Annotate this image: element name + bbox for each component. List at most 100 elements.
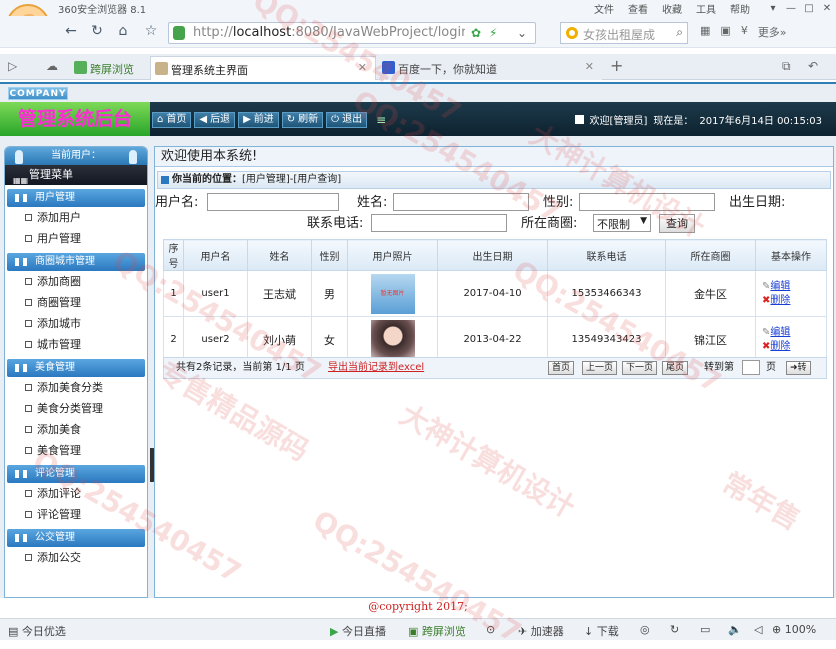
minimize-icon[interactable]: — — [782, 3, 800, 14]
user-photo[interactable] — [370, 319, 415, 360]
logout-button[interactable]: ⏻ 退出 — [326, 112, 368, 128]
cell-gender: 男 — [311, 270, 348, 317]
address-url[interactable]: http://localhost:8080/JavaWebProject/log… — [193, 25, 465, 40]
forward-arrow-icon: ▶ — [243, 114, 251, 125]
dropdown-icon[interactable]: ⌄ — [517, 26, 527, 40]
tab-baidu[interactable]: 百度一下，你就知道 ✕ — [378, 56, 602, 80]
search-icon[interactable]: ⌕ — [676, 25, 683, 40]
group-icon — [15, 470, 27, 478]
first-page-button[interactable]: 首页 — [548, 361, 575, 375]
search-input[interactable]: 女孩出租屋成 ⌕ — [560, 22, 688, 44]
sound-icon[interactable]: 🔈 — [728, 623, 742, 636]
back-button[interactable]: ◀ 后退 — [194, 112, 236, 128]
home-icon[interactable]: ⌂ — [114, 23, 132, 39]
undo-icon[interactable]: ↶ — [808, 59, 818, 73]
split-view-status[interactable]: ▣ 跨屏浏览 — [408, 623, 466, 639]
group-header-user[interactable]: 用户管理 — [7, 189, 145, 207]
sidebar-item-city-manage[interactable]: 城市管理 — [5, 334, 147, 355]
menu-favorites[interactable]: 收藏 — [662, 1, 682, 16]
district-select[interactable]: 不限制 ▼ — [593, 214, 651, 232]
new-tab-icon[interactable]: + — [610, 56, 623, 75]
menu-lines-icon[interactable]: ≡ — [376, 112, 386, 128]
browser-icon[interactable]: ◎ — [640, 623, 650, 636]
user-photo-placeholder[interactable]: 暂无图片 — [370, 273, 415, 314]
camera-icon[interactable]: ⊙ — [486, 623, 495, 636]
mute-icon[interactable]: ◁ — [754, 623, 762, 636]
page-number-input[interactable] — [742, 360, 760, 375]
zoom-level[interactable]: ⊕ 100% — [772, 623, 816, 636]
maximize-icon[interactable]: □ — [800, 3, 818, 14]
group-header-district[interactable]: 商圈城市管理 — [7, 253, 145, 271]
sidebar-item-add-bus[interactable]: 添加公交 — [5, 547, 147, 568]
window-icon[interactable]: ▭ — [700, 623, 710, 636]
forward-button[interactable]: ▶ 前进 — [238, 112, 279, 128]
delete-link[interactable]: 删除 — [770, 341, 790, 352]
refresh-icon[interactable]: ↻ — [670, 623, 679, 636]
phone-input[interactable] — [371, 214, 507, 232]
tab-split-view[interactable]: 跨屏浏览 — [70, 56, 142, 80]
today-live[interactable]: ▶ 今日直播 — [330, 623, 386, 639]
address-bar[interactable]: http://localhost:8080/JavaWebProject/log… — [168, 22, 536, 44]
menu-help[interactable]: 帮助 — [730, 1, 750, 16]
next-page-button[interactable]: 下一页 — [622, 361, 658, 375]
username-input[interactable] — [207, 193, 339, 211]
gender-label: 性别: — [543, 195, 574, 210]
sidebar-item-add-food[interactable]: 添加美食 — [5, 419, 147, 440]
grid-icon[interactable]: ▦ — [700, 24, 710, 40]
birthday-label: 出生日期: — [729, 195, 786, 210]
tab-close-icon[interactable]: ✕ — [358, 61, 367, 74]
group-header-comment[interactable]: 评论管理 — [7, 465, 145, 483]
menu-view[interactable]: 查看 — [628, 1, 648, 16]
gender-input[interactable] — [579, 193, 715, 211]
home-button[interactable]: ⌂ 首页 — [152, 112, 192, 128]
col-username: 用户名 — [183, 239, 248, 271]
today-picks[interactable]: ▤ 今日优选 — [8, 623, 66, 639]
edit-link[interactable]: 编辑 — [770, 281, 790, 292]
group-header-food[interactable]: 美食管理 — [7, 359, 145, 377]
back-icon[interactable]: ← — [62, 23, 80, 39]
sidebar-item-add-user[interactable]: 添加用户 — [5, 207, 147, 228]
group-comment: 评论管理 添加评论 评论管理 — [5, 465, 147, 525]
export-excel-link[interactable]: 导出当前记录到excel — [328, 358, 424, 378]
name-input[interactable] — [393, 193, 529, 211]
refresh-icon[interactable]: ↻ — [88, 23, 106, 39]
tab-close-icon[interactable]: ✕ — [585, 60, 594, 73]
sidebar-toggle-icon[interactable]: ▷ — [8, 59, 17, 73]
close-icon[interactable]: ✕ — [818, 3, 836, 14]
restore-tab-icon[interactable]: ⧉ — [782, 59, 791, 74]
sidebar-item-user-manage[interactable]: 用户管理 — [5, 228, 147, 249]
menu-tools[interactable]: 工具 — [696, 1, 716, 16]
sidebar-item-add-district[interactable]: 添加商圈 — [5, 271, 147, 292]
sidebar-item-food-category-manage[interactable]: 美食分类管理 — [5, 398, 147, 419]
tab-main-interface[interactable]: 管理系统主界面 ✕ — [150, 56, 376, 80]
skin-icon[interactable]: ▾ — [764, 3, 782, 14]
sidebar-item-add-comment[interactable]: 添加评论 — [5, 483, 147, 504]
sidebar-item-food-manage[interactable]: 美食管理 — [5, 440, 147, 461]
speed-icon[interactable]: ⚡ — [489, 26, 497, 40]
refresh-button[interactable]: ↻ 刷新 — [281, 112, 324, 128]
delete-link[interactable]: 删除 — [770, 295, 790, 306]
cell-phone: 15353466343 — [547, 270, 666, 317]
cell-photo: 暂无图片 — [347, 270, 438, 317]
sidebar-item-add-food-category[interactable]: 添加美食分类 — [5, 377, 147, 398]
query-button[interactable]: 查询 — [659, 214, 695, 233]
username-label: 用户名: — [155, 195, 199, 210]
sidebar-item-comment-manage[interactable]: 评论管理 — [5, 504, 147, 525]
last-page-button[interactable]: 尾页 — [662, 361, 689, 375]
favorite-star-icon[interactable]: ☆ — [142, 23, 160, 39]
compat-icon[interactable]: ✿ — [471, 26, 481, 40]
more-menu[interactable]: 更多» — [758, 24, 787, 40]
money-icon[interactable]: ¥ — [741, 24, 748, 40]
sidebar-item-district-manage[interactable]: 商圈管理 — [5, 292, 147, 313]
download[interactable]: ↓ 下载 — [584, 623, 619, 639]
go-button[interactable]: ➜转 — [786, 361, 811, 375]
edit-link[interactable]: 编辑 — [770, 327, 790, 338]
prev-page-button[interactable]: 上一页 — [582, 361, 618, 375]
zoom-icon: ⊕ — [772, 623, 785, 636]
menu-file[interactable]: 文件 — [594, 1, 614, 16]
accelerator[interactable]: ✈ 加速器 — [518, 623, 564, 639]
shopping-icon[interactable]: ▣ — [720, 24, 730, 40]
group-header-bus[interactable]: 公交管理 — [7, 529, 145, 547]
sidebar-item-add-city[interactable]: 添加城市 — [5, 313, 147, 334]
cloud-icon[interactable]: ☁ — [46, 59, 58, 73]
